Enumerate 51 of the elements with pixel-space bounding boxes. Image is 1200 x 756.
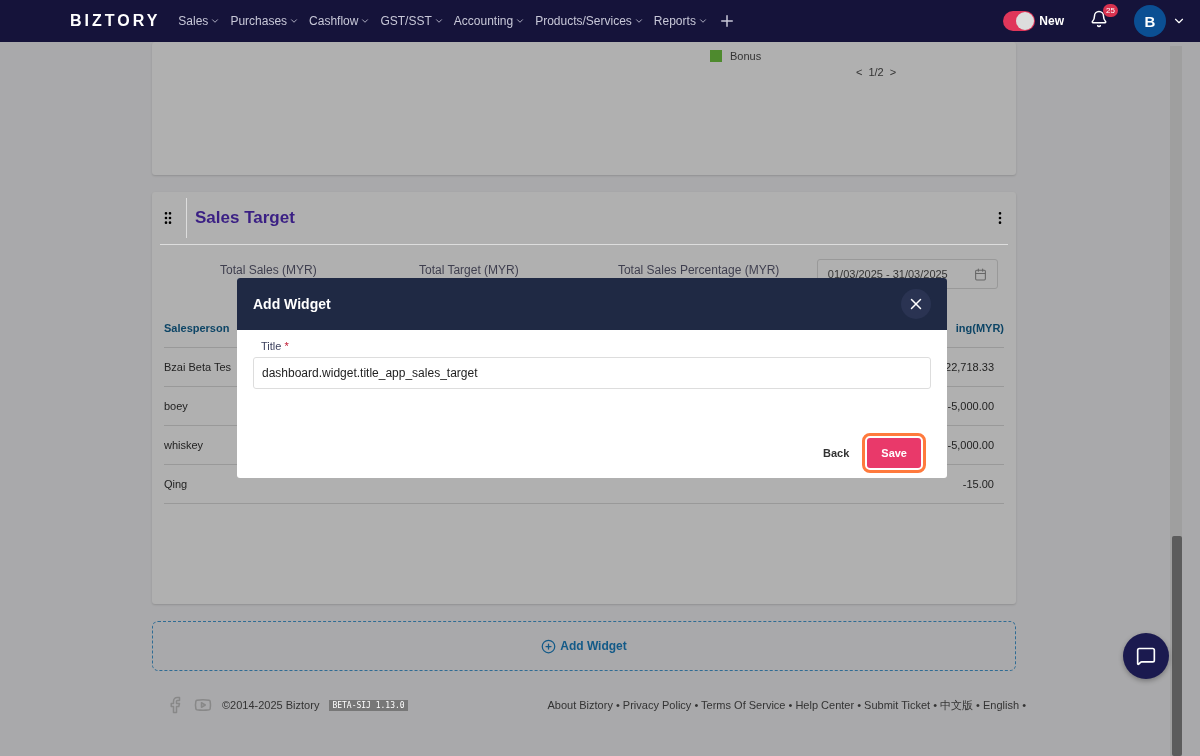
dialog-title: Add Widget bbox=[253, 296, 331, 312]
calendar-icon[interactable] bbox=[974, 267, 987, 281]
close-button[interactable] bbox=[901, 289, 931, 319]
nav-menu[interactable]: GST/SST bbox=[380, 14, 444, 28]
table-cell: boey bbox=[164, 400, 188, 412]
summary-label: Total Sales (MYR) bbox=[220, 263, 318, 277]
caret-icon[interactable] bbox=[433, 16, 444, 26]
plus-circle-icon[interactable] bbox=[541, 638, 557, 654]
field-label: Title * bbox=[260, 340, 290, 352]
nav-menu[interactable]: Cashflow bbox=[309, 14, 371, 28]
caret-icon[interactable] bbox=[289, 16, 300, 26]
chat-button[interactable] bbox=[1123, 633, 1169, 679]
nav-menu[interactable]: Purchases bbox=[230, 14, 300, 28]
table-cell: Bzai Beta Tes bbox=[164, 361, 232, 373]
copyright-text: ©2014-2025 Biztory bbox=[222, 699, 320, 711]
column-header: Salesperson bbox=[164, 322, 230, 334]
table-cell: Qing bbox=[164, 478, 188, 490]
footer-links: About Biztory • Privacy Policy • Terms Of Service • Help Center • Submit Ticket • 中文版 • English • bbox=[547, 697, 1026, 713]
bell-icon[interactable] bbox=[1090, 10, 1108, 28]
nav-menu[interactable]: Accounting bbox=[453, 14, 526, 28]
caret-icon[interactable] bbox=[633, 16, 644, 26]
toggle-switch[interactable] bbox=[1003, 11, 1036, 31]
notification-count: 25 bbox=[1103, 4, 1118, 17]
back-button[interactable]: Back bbox=[815, 438, 858, 468]
table-cell: -15.00 bbox=[962, 478, 994, 490]
caret-icon[interactable] bbox=[210, 16, 221, 26]
caret-icon[interactable] bbox=[697, 16, 708, 26]
user-avatar[interactable]: B bbox=[1134, 5, 1166, 37]
nav-menu[interactable]: Reports bbox=[653, 14, 708, 28]
table-cell: -5,000.00 bbox=[947, 400, 994, 412]
scrollbar[interactable] bbox=[1170, 46, 1182, 756]
previous-page[interactable]: < bbox=[856, 66, 863, 78]
toggle-label: New bbox=[1039, 14, 1064, 28]
summary-label: Total Target (MYR) bbox=[418, 263, 520, 277]
table-cell: -5,000.00 bbox=[947, 439, 994, 451]
title-input[interactable]: dashboard.widget.title_app_sales_target bbox=[253, 357, 931, 389]
caret-icon[interactable] bbox=[515, 16, 526, 26]
page-indicator: 1/2 bbox=[868, 66, 884, 78]
column-header: ing(MYR) bbox=[955, 322, 1004, 334]
nav-menu[interactable]: Products/Services bbox=[535, 14, 644, 28]
brand-logo[interactable]: BIZTORY bbox=[70, 12, 161, 30]
table-cell: 22,718.33 bbox=[945, 361, 994, 373]
table-cell: whiskey bbox=[164, 439, 204, 451]
card-title: Sales Target bbox=[186, 198, 982, 238]
summary-label: Total Sales Percentage (MYR) bbox=[617, 263, 781, 277]
nav-menu[interactable]: Sales bbox=[178, 14, 221, 28]
next-page[interactable]: > bbox=[889, 66, 897, 78]
caret-icon[interactable] bbox=[360, 16, 371, 26]
legend-label: Bonus bbox=[730, 50, 762, 62]
chat-icon[interactable] bbox=[1136, 646, 1156, 666]
version-tag: BETA-SIJ 1.13.0 bbox=[329, 699, 408, 711]
